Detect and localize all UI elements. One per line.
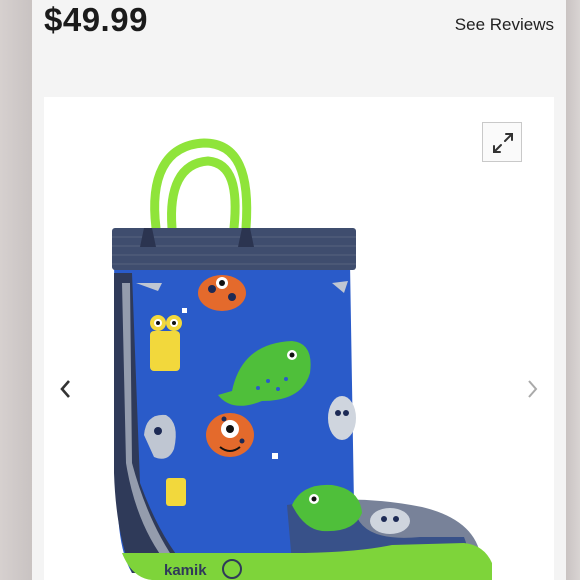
chevron-left-icon [60, 380, 70, 398]
right-frame-edge [566, 0, 580, 580]
product-price: $49.99 [44, 1, 148, 38]
product-header: $49.99 See Reviews [32, 0, 566, 88]
expand-icon [493, 133, 513, 153]
kamik-logo: kamik [164, 562, 207, 579]
product-page: $49.99 See Reviews kamik [32, 0, 566, 580]
chevron-right-icon [528, 380, 538, 398]
rain-boot-product-image: kamik [112, 138, 492, 580]
boot-handles [150, 138, 252, 233]
next-image-button[interactable] [522, 377, 542, 401]
product-image-gallery: kamik [44, 97, 554, 580]
left-frame-edge [0, 0, 32, 580]
see-reviews-link[interactable]: See Reviews [455, 15, 554, 35]
previous-image-button[interactable] [56, 377, 76, 401]
